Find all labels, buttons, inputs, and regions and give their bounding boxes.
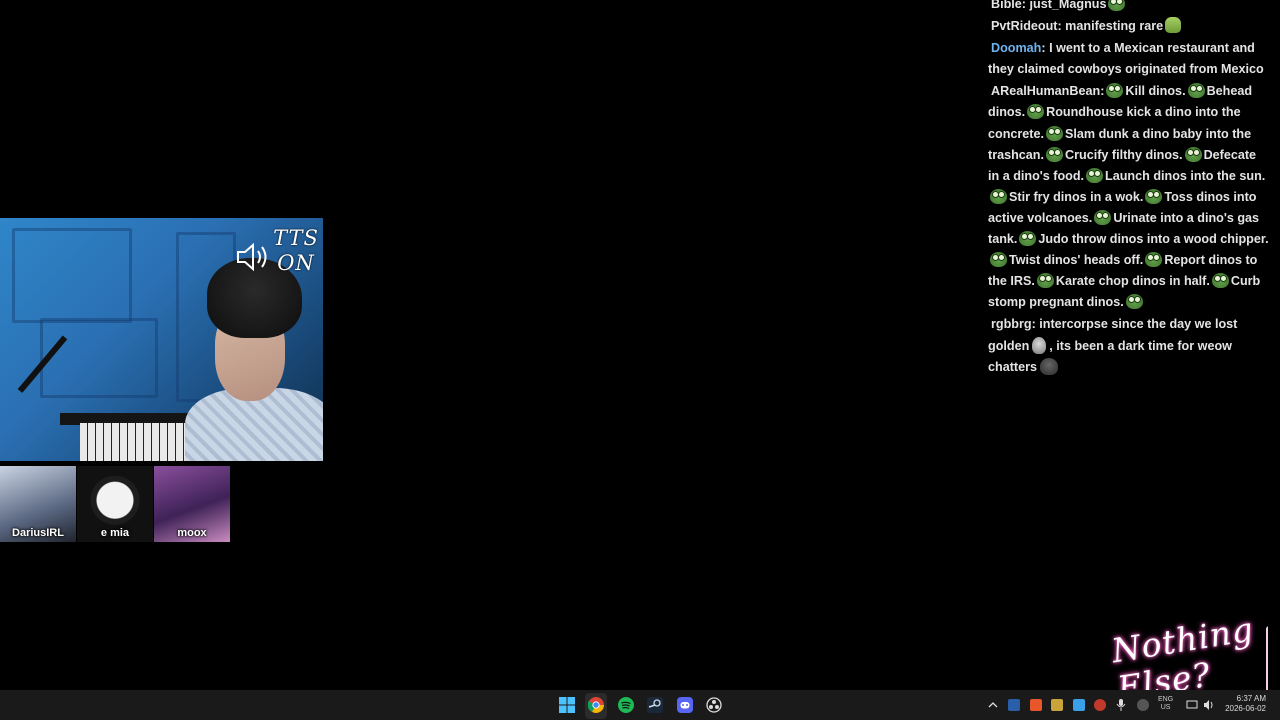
pepe-emote-icon — [1046, 125, 1063, 141]
chat-text: manifesting rare — [1065, 19, 1164, 34]
pepe-emote-icon — [990, 252, 1007, 268]
pepe-emote-icon — [1145, 188, 1163, 204]
pepe-emote-icon — [1106, 83, 1124, 99]
chat-username: Doomah — [991, 41, 1042, 56]
participant-tile-dariusirl: DariusIRL — [0, 466, 76, 542]
pepe-emote-icon — [1036, 273, 1054, 289]
chat-message: PvtRideout: manifesting rare — [988, 16, 1270, 37]
tts-on-label: TTS ON — [273, 226, 319, 275]
chevron-up-icon[interactable] — [988, 700, 998, 710]
skull-emote-icon — [1032, 336, 1047, 354]
chat-text: Stir fry dinos in a wok. — [1009, 189, 1144, 204]
discord-icon[interactable] — [677, 697, 693, 713]
brave-tray-icon[interactable] — [1030, 699, 1042, 711]
network-icon[interactable] — [1186, 700, 1198, 710]
hand-emote-icon — [1165, 17, 1182, 34]
webcam-feed: TTS ON — [0, 218, 323, 461]
door-panel — [40, 318, 158, 398]
participant-tile-moox: moox — [154, 466, 230, 542]
clock-date: 2026-06-02 — [1225, 704, 1266, 713]
pepe-emote-icon — [990, 188, 1007, 204]
region-label: US — [1160, 704, 1171, 711]
chat-message: ARealHumanBean: Kill dinos. Behead dinos. R… — [988, 83, 1269, 310]
spotify-icon[interactable] — [618, 697, 634, 713]
tts-on-badge: TTS ON — [236, 226, 320, 284]
taskbar — [0, 690, 1280, 720]
app-tray-icon[interactable] — [1051, 699, 1063, 711]
pepe-emote-icon — [1094, 209, 1112, 225]
chrome-icon[interactable] — [588, 697, 604, 713]
steam-icon[interactable] — [647, 697, 663, 713]
streamer — [185, 258, 323, 461]
chat-text: Judo throw dinos into a wood chipper. — [1038, 232, 1269, 247]
pepe-emote-icon — [1184, 146, 1202, 162]
language-label: ENG — [1158, 696, 1174, 703]
chat-message: Doomah: I went to a Mexican restaurant a… — [988, 41, 1264, 77]
pepe-emote-icon — [1046, 146, 1063, 162]
app-tray-icon[interactable] — [1094, 699, 1106, 711]
piano-keys — [80, 423, 200, 461]
participant-name: DariusIRL — [12, 527, 64, 539]
chat-overlay: Bible: just_Magnus PvtRideout: manifesti… — [988, 0, 1270, 379]
skull-emote-icon — [1040, 357, 1058, 375]
steam-tray-icon[interactable] — [1008, 699, 1020, 711]
participant-name: e mia — [100, 527, 130, 539]
taskbar-clock[interactable]: 6:37 AM 2026-06-02 — [1225, 694, 1266, 714]
microphone-icon[interactable] — [1116, 699, 1126, 711]
participant-name: moox — [177, 527, 207, 539]
chat-text: Karate chop dinos in half. — [1055, 274, 1210, 289]
pepe-emote-icon — [1086, 167, 1104, 183]
app-tray-icon[interactable] — [1073, 699, 1085, 711]
chat-text: Kill dinos. — [1125, 84, 1186, 99]
chat-text: Launch dinos into the sun. — [1105, 168, 1266, 183]
chat-username: PvtRideout — [991, 19, 1058, 34]
pepe-emote-icon — [1027, 104, 1045, 120]
pepe-emote-icon — [1187, 83, 1205, 99]
chat-username: ARealHumanBean — [991, 84, 1101, 99]
chat-message: Bible: just_Magnus — [988, 0, 1270, 15]
clock-time: 6:37 AM — [1236, 694, 1266, 703]
chat-message: rgbbrg: intercorpse since the day we los… — [988, 317, 1238, 375]
participant-tile-e-mia: e mia — [77, 466, 153, 542]
app-tray-icon[interactable] — [1137, 699, 1149, 711]
pepe-emote-icon — [1125, 294, 1143, 310]
obs-icon[interactable] — [706, 697, 722, 713]
pepe-emote-icon — [1019, 231, 1037, 247]
speaker-icon — [237, 242, 267, 272]
volume-icon[interactable] — [1203, 700, 1215, 710]
pepe-emote-icon — [1145, 252, 1163, 268]
chat-username: rgbbrg — [991, 317, 1032, 332]
chat-text: just_Magnus — [1029, 0, 1107, 11]
windows-start-icon[interactable] — [559, 697, 575, 713]
pepe-emote-icon — [1108, 0, 1126, 11]
pepe-emote-icon — [1211, 273, 1229, 289]
door-panel — [12, 228, 132, 323]
language-indicator[interactable]: ENG US — [1158, 696, 1173, 712]
chat-text: Crucify filthy dinos. — [1065, 147, 1183, 162]
chat-username: Bible — [991, 0, 1022, 11]
chat-text: Twist dinos' heads off. — [1009, 253, 1144, 268]
